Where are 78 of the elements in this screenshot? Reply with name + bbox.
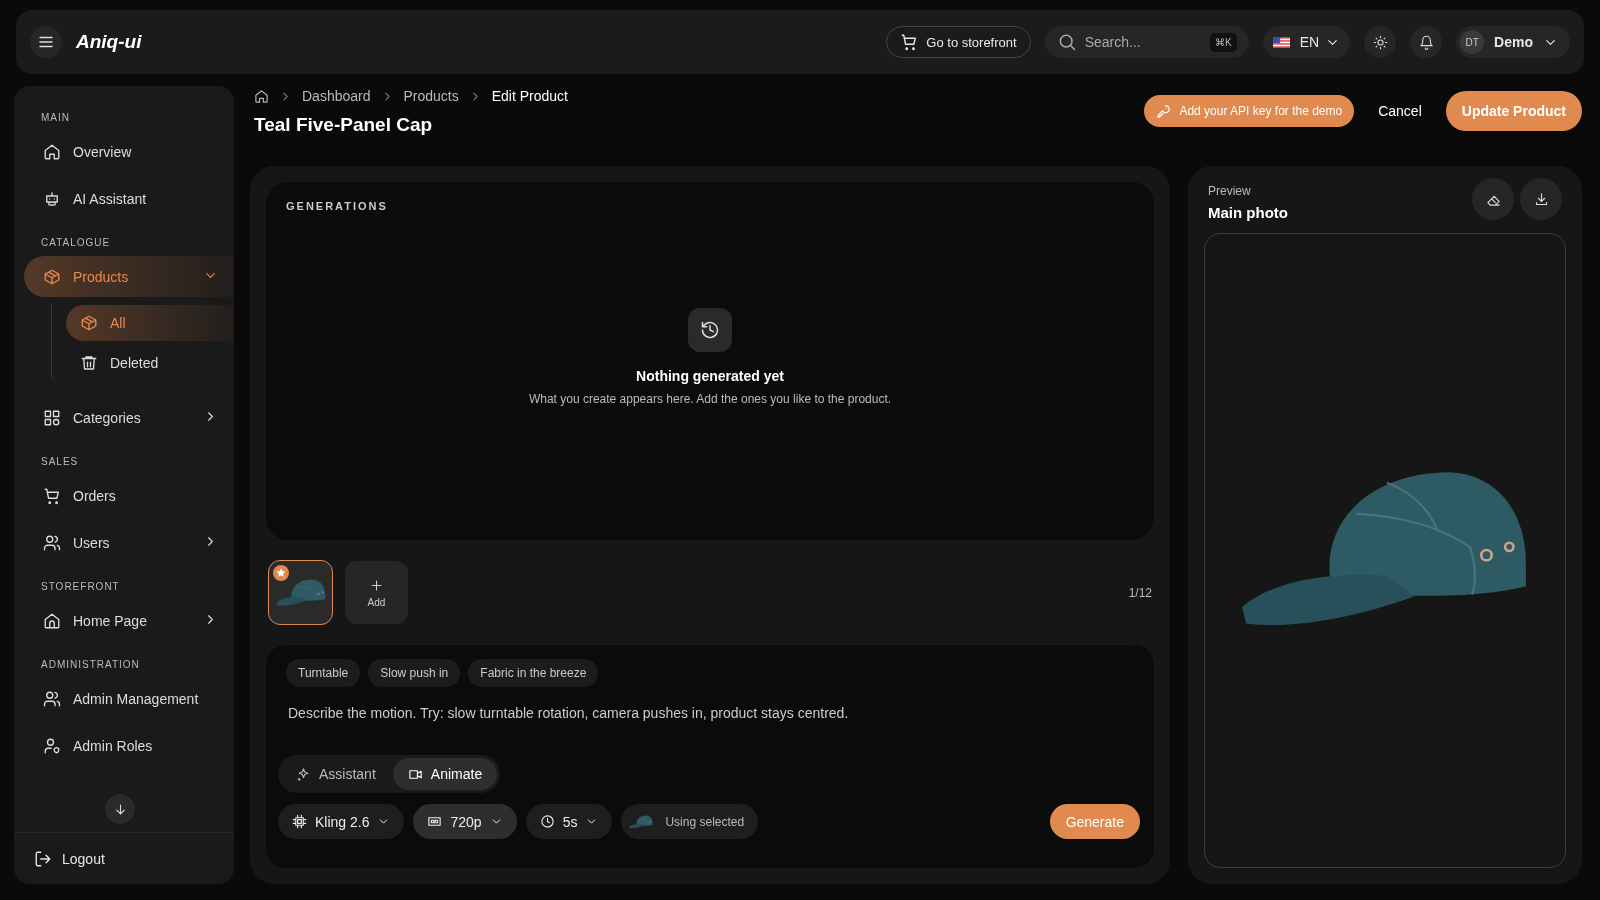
theme-toggle-button[interactable]	[1364, 26, 1397, 58]
nav-subitem[interactable]: All	[66, 305, 234, 341]
menu-button[interactable]	[30, 26, 62, 58]
users-icon	[43, 689, 61, 708]
users-icon	[43, 533, 61, 552]
box-icon	[80, 314, 98, 332]
sun-icon	[1372, 34, 1388, 50]
nav-item[interactable]: Overview	[24, 131, 234, 172]
breadcrumb-link[interactable]: Dashboard	[302, 88, 371, 104]
robot-icon	[43, 189, 61, 208]
add-button[interactable]: Add	[345, 561, 408, 624]
preview-title: Main photo	[1208, 204, 1288, 221]
avatar: DT	[1460, 30, 1485, 54]
notifications-button[interactable]	[1410, 26, 1443, 58]
section-title: SALES	[40, 455, 80, 469]
nav-item[interactable]: Users	[24, 522, 234, 563]
nav-item[interactable]: Home Page	[24, 600, 234, 641]
empty-state-title: Nothing generated yet	[636, 368, 784, 384]
flag-icon	[1272, 36, 1290, 48]
prompt-field[interactable]: Describe the motion. Try: slow turntable rotation, camera pushes in, product stays centred.	[286, 703, 1142, 747]
cap-drawing	[629, 814, 654, 829]
cancel-button[interactable]: Cancel	[1368, 103, 1432, 119]
generation-count: 1/12	[1128, 585, 1152, 600]
aspect-ratio-icon	[427, 814, 443, 829]
suggestion-chip[interactable]: Slow push in	[368, 659, 461, 687]
nav-item[interactable]: Admin Roles	[24, 725, 234, 766]
option-dropdown[interactable]: 5s	[525, 804, 613, 839]
key-icon	[1156, 103, 1172, 119]
empty-state-text: What you create appears here. Add the ones you like to the product.	[528, 392, 892, 406]
erase-button[interactable]	[1472, 178, 1514, 220]
nav-item[interactable]: AI Assistant	[24, 178, 234, 219]
home-icon	[43, 142, 61, 161]
nav-item[interactable]: Categories	[24, 397, 234, 438]
thumbnail-button[interactable]	[268, 560, 333, 625]
cart-icon	[900, 33, 919, 51]
download-button[interactable]	[1520, 178, 1562, 220]
preview-label: Preview	[1208, 184, 1252, 198]
source-image-button[interactable]: Using selected	[621, 804, 759, 839]
section-title: CATALOGUE	[40, 236, 112, 250]
logout-button[interactable]: Logout	[14, 832, 234, 884]
nav-item[interactable]: Products	[24, 256, 234, 297]
trash-icon	[80, 354, 98, 372]
breadcrumb-link[interactable]: Products	[403, 88, 459, 104]
nav-item[interactable]: Admin Management	[24, 678, 234, 719]
bell-icon	[1418, 34, 1434, 50]
nav-item[interactable]: Orders	[24, 475, 234, 516]
language-button[interactable]: EN	[1262, 26, 1351, 58]
suggestion-chip[interactable]: Fabric in the breeze	[468, 659, 599, 687]
cart-icon	[43, 486, 61, 505]
user-shield-icon	[43, 736, 61, 755]
section-title: MAIN	[40, 111, 71, 125]
nav-subitem[interactable]: Deleted	[66, 345, 234, 381]
sparkle-icon	[296, 766, 311, 782]
option-dropdown[interactable]: Kling 2.6	[278, 804, 405, 839]
page-title: Teal Five-Panel Cap	[254, 114, 434, 136]
home-link[interactable]	[254, 88, 269, 104]
plus-icon	[369, 577, 384, 593]
mode-tab[interactable]: Animate	[392, 758, 498, 790]
house-icon	[43, 611, 61, 630]
section-title: STOREFRONT	[40, 580, 121, 594]
logout-icon	[34, 849, 52, 868]
box-icon	[43, 267, 61, 286]
scroll-down-button[interactable]	[105, 794, 135, 824]
breadcrumb-link[interactable]: Edit Product	[491, 88, 568, 104]
cap-drawing	[275, 577, 326, 608]
chip-icon	[292, 814, 307, 829]
logo[interactable]: Aniq-ui	[76, 31, 142, 53]
home-icon	[254, 88, 269, 104]
suggestion-chip[interactable]: Turntable	[286, 659, 361, 687]
history-icon	[700, 320, 720, 340]
section-title: ADMINISTRATION	[40, 658, 141, 672]
mode-tab[interactable]: Assistant	[281, 758, 391, 790]
download-icon	[1533, 191, 1549, 207]
user-menu-button[interactable]: DT Demo	[1456, 26, 1570, 58]
clock-icon	[539, 814, 555, 829]
section-title: GENERATIONS	[286, 200, 389, 212]
grid-icon	[43, 408, 61, 427]
option-dropdown[interactable]: 720p	[413, 804, 517, 839]
